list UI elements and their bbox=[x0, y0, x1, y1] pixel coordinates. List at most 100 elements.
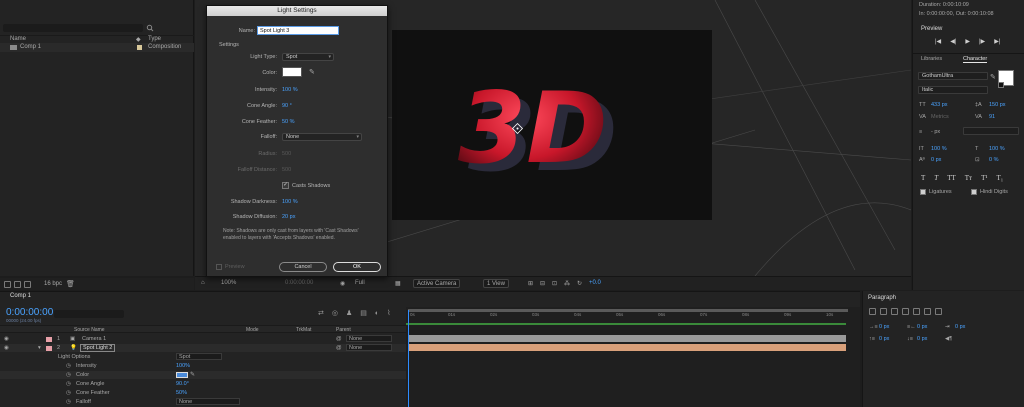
project-item-comp[interactable]: Comp 1 Composition bbox=[0, 43, 194, 52]
bit-depth[interactable]: 16 bpc bbox=[44, 281, 62, 287]
label-color-swatch[interactable] bbox=[137, 45, 142, 50]
view-layout-select[interactable]: 1 View bbox=[483, 279, 509, 288]
horizontal-scale-value[interactable]: 100 % bbox=[989, 146, 1005, 152]
hindi-digits-checkbox[interactable] bbox=[971, 189, 977, 195]
time-ruler[interactable]: 0s 01s 02s 03s 04s 05s 06s 07s 08s 09s 1… bbox=[406, 312, 852, 322]
cone-feather-value[interactable]: 50 % bbox=[282, 119, 295, 125]
timeline-tracks[interactable] bbox=[406, 307, 860, 407]
timeline-tab[interactable]: Comp 1 bbox=[10, 293, 31, 299]
motion-blur-icon[interactable]: ◐ bbox=[375, 310, 379, 317]
eyedropper-icon[interactable]: ✎ bbox=[990, 73, 996, 81]
always-preview-icon[interactable]: ⌂ bbox=[201, 280, 205, 286]
timeline-icon[interactable]: ⊡ bbox=[552, 280, 557, 287]
flowchart-icon[interactable]: ⁂ bbox=[564, 280, 570, 287]
eyedropper-icon[interactable]: ✎ bbox=[190, 371, 195, 378]
all-caps-button[interactable]: TT bbox=[947, 174, 956, 182]
kerning-value[interactable]: Metrics bbox=[931, 114, 949, 120]
indent-right-value[interactable]: 0 px bbox=[917, 324, 927, 330]
superscript-button[interactable]: T¹ bbox=[981, 174, 987, 182]
space-before-value[interactable]: 0 px bbox=[879, 336, 889, 342]
ligatures-checkbox[interactable] bbox=[920, 189, 926, 195]
layer-label-swatch[interactable] bbox=[46, 346, 52, 351]
justify-left-icon[interactable] bbox=[902, 308, 909, 315]
tab-libraries[interactable]: Libraries bbox=[921, 56, 942, 62]
color-property-swatch[interactable] bbox=[176, 372, 188, 378]
light-name-input[interactable] bbox=[257, 26, 339, 35]
cone-angle-value[interactable]: 90 ° bbox=[282, 103, 292, 109]
layer-name[interactable]: Camera 1 bbox=[82, 336, 106, 342]
toggle-transparency-icon[interactable]: ▦ bbox=[395, 280, 401, 287]
shadow-diffusion-value[interactable]: 20 px bbox=[282, 214, 295, 220]
shadow-darkness-value[interactable]: 100 % bbox=[282, 199, 298, 205]
font-size-value[interactable]: 433 px bbox=[931, 102, 948, 108]
stopwatch-icon[interactable]: ◷ bbox=[66, 399, 71, 405]
camera-layer-bar[interactable] bbox=[408, 335, 846, 342]
pickwhip-icon[interactable]: @ bbox=[336, 336, 342, 342]
pixel-aspect-icon[interactable]: ⊞ bbox=[528, 280, 533, 287]
column-trkmat[interactable]: TrkMat bbox=[296, 327, 311, 333]
stopwatch-icon[interactable]: ◷ bbox=[66, 390, 71, 396]
eyedropper-icon[interactable]: ✎ bbox=[309, 68, 315, 76]
new-folder-icon[interactable] bbox=[14, 281, 21, 288]
pickwhip-icon[interactable]: @ bbox=[336, 345, 342, 351]
stroke-color-swatch[interactable] bbox=[998, 82, 1004, 88]
faux-bold-button[interactable]: T bbox=[921, 174, 925, 182]
light-options-dropdown[interactable]: Spot bbox=[176, 353, 222, 360]
justify-right-icon[interactable] bbox=[924, 308, 931, 315]
prev-frame-icon[interactable]: ◀| bbox=[950, 38, 956, 45]
property-value[interactable]: 100% bbox=[176, 363, 190, 369]
layer-name[interactable]: Spot Light 2 bbox=[80, 344, 116, 352]
vertical-scale-value[interactable]: 100 % bbox=[931, 146, 947, 152]
stopwatch-icon[interactable]: ◷ bbox=[66, 381, 71, 387]
resolution-select[interactable]: Full bbox=[355, 280, 365, 286]
column-source-name[interactable]: Source Name bbox=[74, 327, 105, 333]
justify-center-icon[interactable] bbox=[913, 308, 920, 315]
preview-panel-title[interactable]: Preview bbox=[921, 26, 942, 32]
leading-value[interactable]: 150 px bbox=[989, 102, 1006, 108]
tab-character[interactable]: Character bbox=[963, 56, 988, 63]
column-type[interactable]: Type bbox=[148, 36, 161, 42]
font-style-dropdown[interactable]: Italic bbox=[918, 86, 988, 94]
last-frame-icon[interactable]: ▶| bbox=[994, 38, 1000, 45]
ok-button[interactable]: OK bbox=[333, 262, 381, 272]
property-value[interactable]: 90.0° bbox=[176, 381, 189, 387]
justify-all-icon[interactable] bbox=[935, 308, 942, 315]
reset-exposure-icon[interactable]: ↻ bbox=[577, 280, 582, 287]
font-family-dropdown[interactable]: GothamUltra bbox=[918, 72, 988, 80]
frame-blend-icon[interactable]: ▤ bbox=[360, 309, 367, 317]
zoom-select[interactable]: 100% bbox=[221, 280, 236, 286]
first-frame-icon[interactable]: |◀ bbox=[935, 38, 941, 45]
align-left-icon[interactable] bbox=[869, 308, 876, 315]
active-camera-select[interactable]: Active Camera bbox=[413, 279, 461, 288]
light-type-dropdown[interactable]: Spot bbox=[282, 53, 334, 61]
preview-checkbox[interactable] bbox=[216, 264, 222, 270]
parent-dropdown[interactable]: None bbox=[346, 344, 392, 351]
parent-dropdown[interactable]: None bbox=[346, 335, 392, 342]
column-mode[interactable]: Mode bbox=[246, 327, 259, 333]
play-icon[interactable]: ▶ bbox=[965, 38, 970, 45]
project-search-input[interactable] bbox=[3, 24, 143, 32]
next-frame-icon[interactable]: |▶ bbox=[979, 38, 985, 45]
fast-previews-icon[interactable]: ⊟ bbox=[540, 280, 545, 287]
draft-3d-icon[interactable]: ◎ bbox=[332, 309, 338, 317]
stopwatch-icon[interactable]: ◷ bbox=[66, 372, 71, 378]
camera-snapshot-icon[interactable]: ◉ bbox=[340, 280, 345, 287]
tsume-value[interactable]: 0 % bbox=[989, 157, 998, 163]
timeline-search-input[interactable] bbox=[54, 310, 124, 318]
new-composition-icon[interactable] bbox=[24, 281, 31, 288]
text-direction-icon[interactable]: ◀¶ bbox=[945, 336, 952, 342]
tracking-value[interactable]: 91 bbox=[989, 114, 995, 120]
first-line-indent-value[interactable]: 0 px bbox=[955, 324, 965, 330]
align-right-icon[interactable] bbox=[891, 308, 898, 315]
faux-italic-button[interactable]: T bbox=[934, 174, 938, 182]
graph-editor-icon[interactable]: ⌇ bbox=[387, 309, 390, 317]
subscript-button[interactable]: T₁ bbox=[996, 174, 1003, 182]
column-parent[interactable]: Parent bbox=[336, 327, 351, 333]
baseline-shift-value[interactable]: 0 px bbox=[931, 157, 941, 163]
playhead[interactable] bbox=[408, 310, 409, 407]
intensity-value[interactable]: 100 % bbox=[282, 87, 298, 93]
stroke-width-value[interactable]: - px bbox=[931, 129, 940, 135]
cancel-button[interactable]: Cancel bbox=[279, 262, 327, 272]
indent-left-value[interactable]: 0 px bbox=[879, 324, 889, 330]
layer-row[interactable]: ◉ 1 ▣ Camera 1 @ None bbox=[0, 335, 406, 343]
